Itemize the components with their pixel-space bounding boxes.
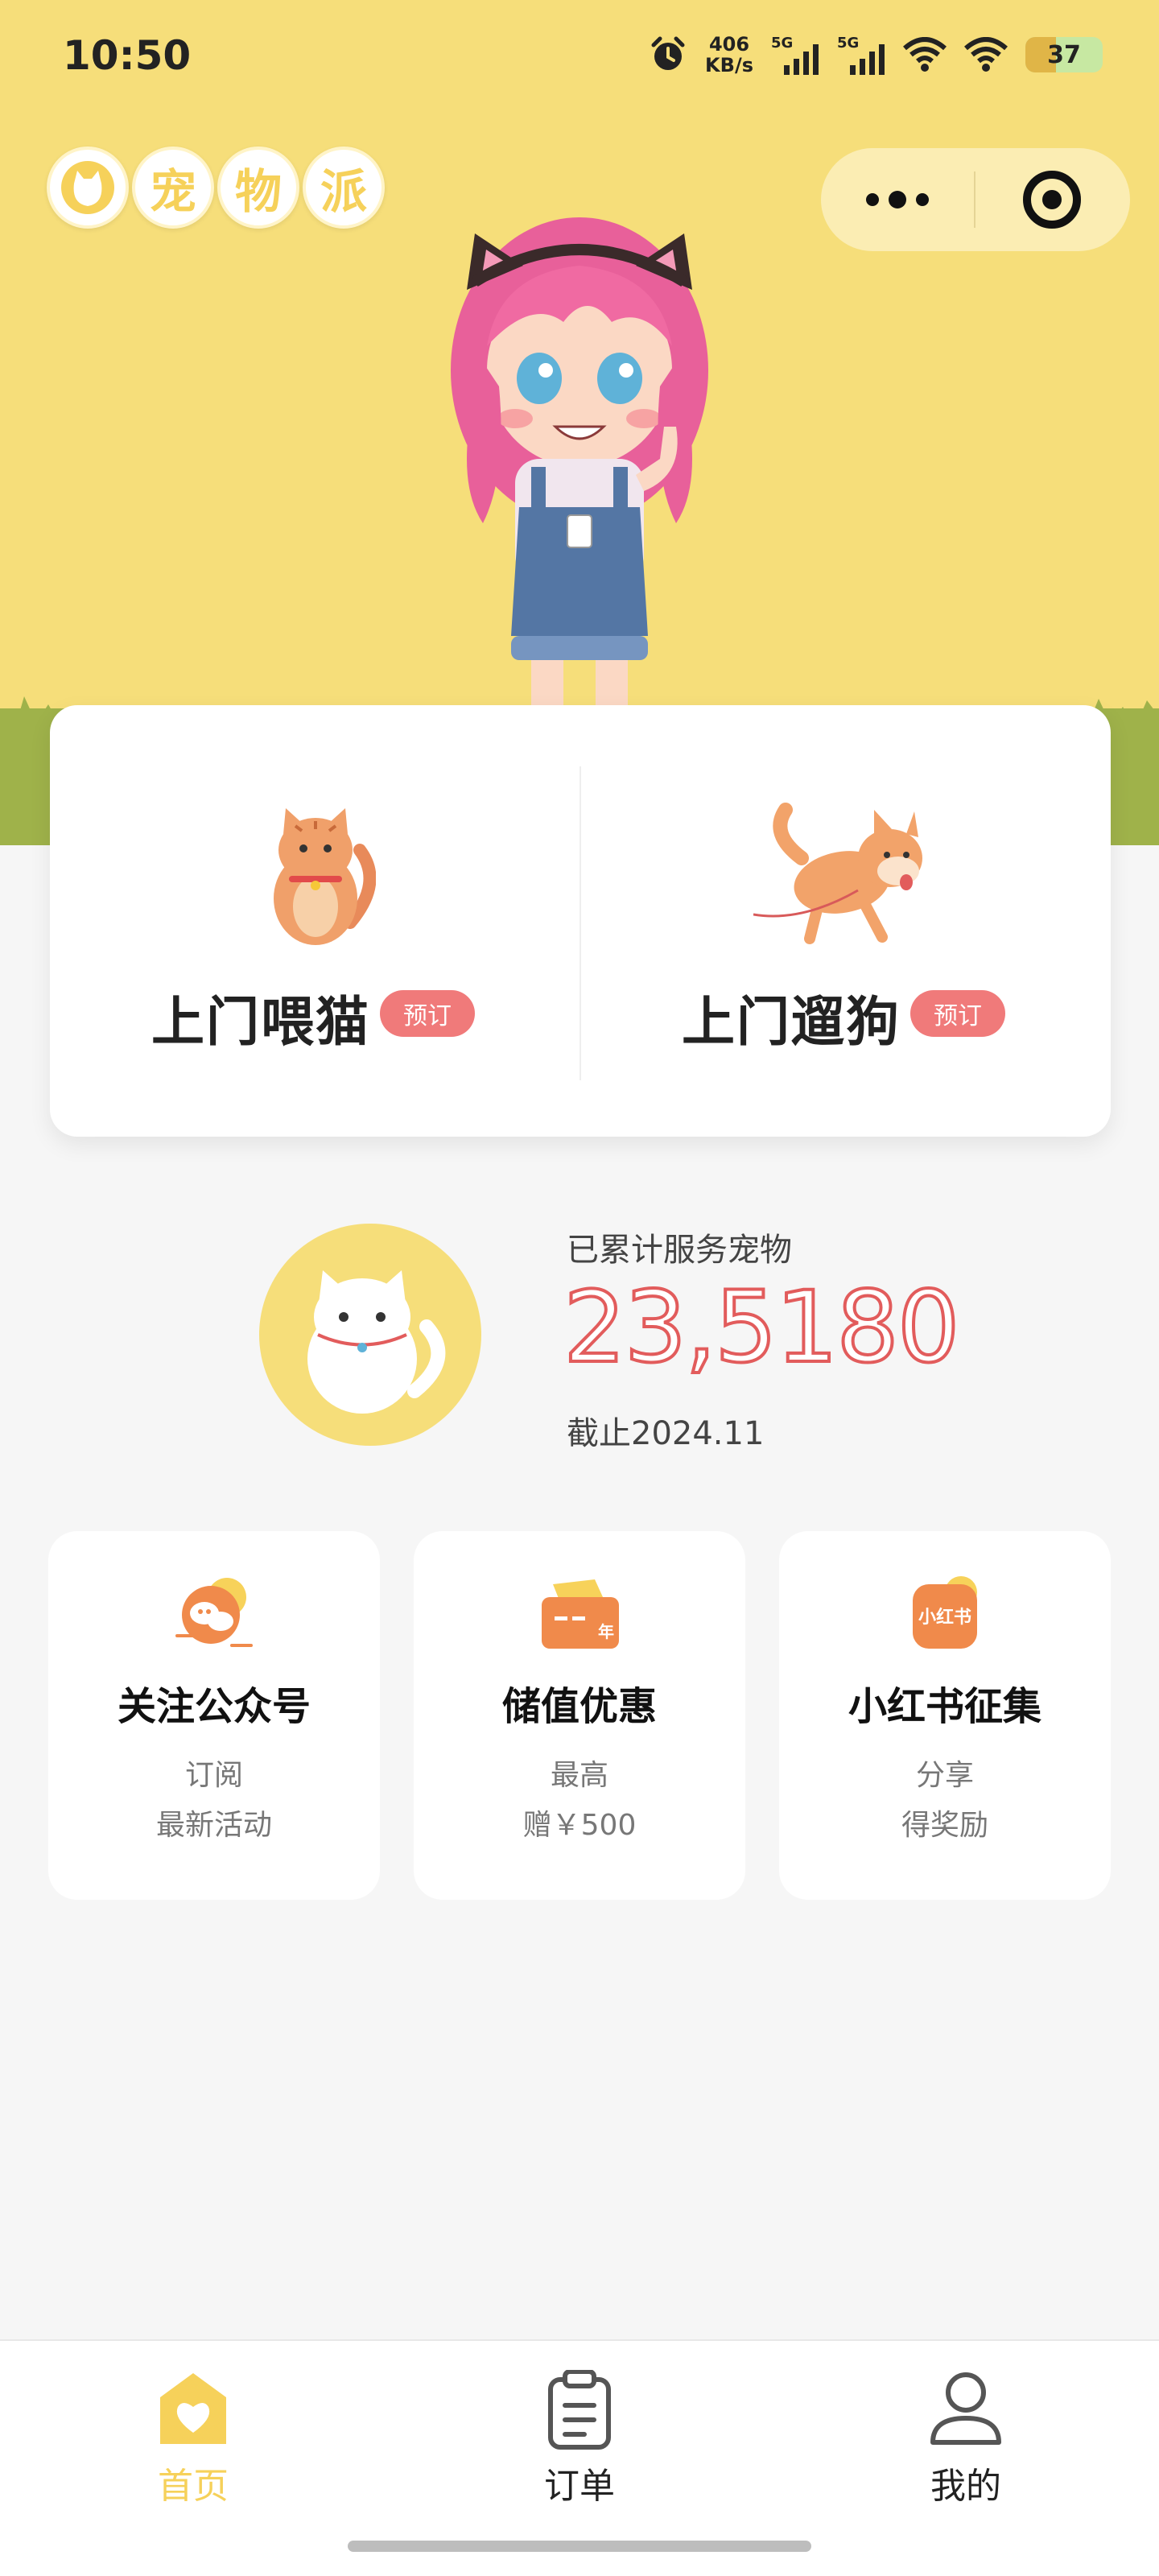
promo-stored-value[interactable]: 年 储值优惠 最高 赠￥500 [414, 1531, 745, 1900]
tab-label: 我的 [930, 2466, 1001, 2507]
status-icons: 406 KB/s 5G 5G 37 [649, 34, 1103, 76]
signal-icon [784, 44, 819, 75]
stats-cat-avatar [259, 1224, 481, 1446]
more-dot-icon [889, 191, 906, 208]
promo-title: 小红书征集 [848, 1684, 1041, 1729]
service-card: 上门喂猫 预订 上门遛狗 预订 [50, 705, 1111, 1137]
signal-icon [850, 44, 885, 75]
app-logo: 宠 物 派 [47, 147, 385, 229]
promo-xiaohongshu[interactable]: 小红书 小红书征集 分享 得奖励 [779, 1531, 1111, 1900]
target-icon [1023, 171, 1081, 229]
card-icon: 年 [414, 1573, 745, 1653]
promo-subtitle: 最高 [550, 1759, 608, 1792]
wifi-icon [903, 37, 947, 72]
promo-subtitle: 赠￥500 [522, 1809, 637, 1842]
logo-cat-icon [47, 147, 129, 229]
more-menu-button[interactable] [821, 191, 974, 208]
wifi-icon [964, 37, 1008, 72]
promo-subtitle: 订阅 [184, 1759, 243, 1792]
logo-char-3: 派 [303, 147, 385, 229]
wechat-icon [48, 1573, 380, 1653]
logo-char-1: 宠 [132, 147, 214, 229]
status-time: 10:50 [63, 32, 192, 79]
mascot-illustration [451, 217, 708, 708]
status-bar: 10:50 406 KB/s 5G 5G 37 [0, 0, 1159, 121]
promo-title: 储值优惠 [501, 1684, 657, 1729]
xiaohongshu-icon: 小红书 [779, 1573, 1111, 1653]
tab-label: 首页 [158, 2466, 229, 2507]
alarm-icon [651, 36, 685, 70]
signal-5g-1: 5G [771, 35, 819, 75]
tab-orders[interactable]: 订单 [459, 2362, 700, 2507]
net-speed-unit: KB/s [705, 54, 753, 76]
promo-subtitle: 得奖励 [901, 1809, 988, 1842]
user-icon [845, 2370, 1087, 2450]
service-title: 上门遛狗 [682, 991, 901, 1053]
logo-char-2: 物 [217, 147, 299, 229]
dog-illustration [580, 802, 1111, 947]
service-title: 上门喂猫 [151, 991, 370, 1053]
promo-follow-account[interactable]: 关注公众号 订阅 最新活动 [48, 1531, 380, 1900]
battery-level: 37 [1047, 40, 1081, 69]
service-feed-cat[interactable]: 上门喂猫 预订 [50, 705, 580, 1137]
battery-indicator: 37 [1025, 37, 1103, 72]
home-indicator[interactable] [348, 2541, 811, 2552]
promo-subtitle: 分享 [915, 1759, 974, 1792]
stats-date: 截止2024.11 [567, 1415, 765, 1452]
card-icon-text: 年 [598, 1622, 614, 1641]
tab-profile[interactable]: 我的 [845, 2362, 1087, 2507]
tab-home[interactable]: 首页 [72, 2362, 314, 2507]
stats-label: 已累计服务宠物 [567, 1232, 792, 1269]
xiaohongshu-icon-text: 小红书 [918, 1607, 971, 1628]
book-tag: 预订 [910, 990, 1005, 1037]
miniprogram-capsule [821, 148, 1130, 251]
service-walk-dog[interactable]: 上门遛狗 预订 [580, 705, 1111, 1137]
stats-number: 23,5180 [562, 1270, 962, 1385]
promo-title: 关注公众号 [117, 1684, 311, 1729]
clipboard-icon [459, 2370, 700, 2450]
tab-label: 订单 [544, 2466, 615, 2507]
signal-5g-2: 5G [837, 35, 885, 75]
net-speed: 406 KB/s [705, 34, 753, 76]
net-speed-value: 406 [708, 33, 750, 56]
more-dot-icon [916, 193, 929, 206]
promo-subtitle: 最新活动 [155, 1809, 272, 1842]
home-heart-icon [72, 2370, 314, 2450]
close-miniprogram-button[interactable] [975, 171, 1128, 229]
book-tag: 预订 [380, 990, 475, 1037]
cat-illustration [50, 802, 580, 947]
more-dot-icon [866, 193, 879, 206]
